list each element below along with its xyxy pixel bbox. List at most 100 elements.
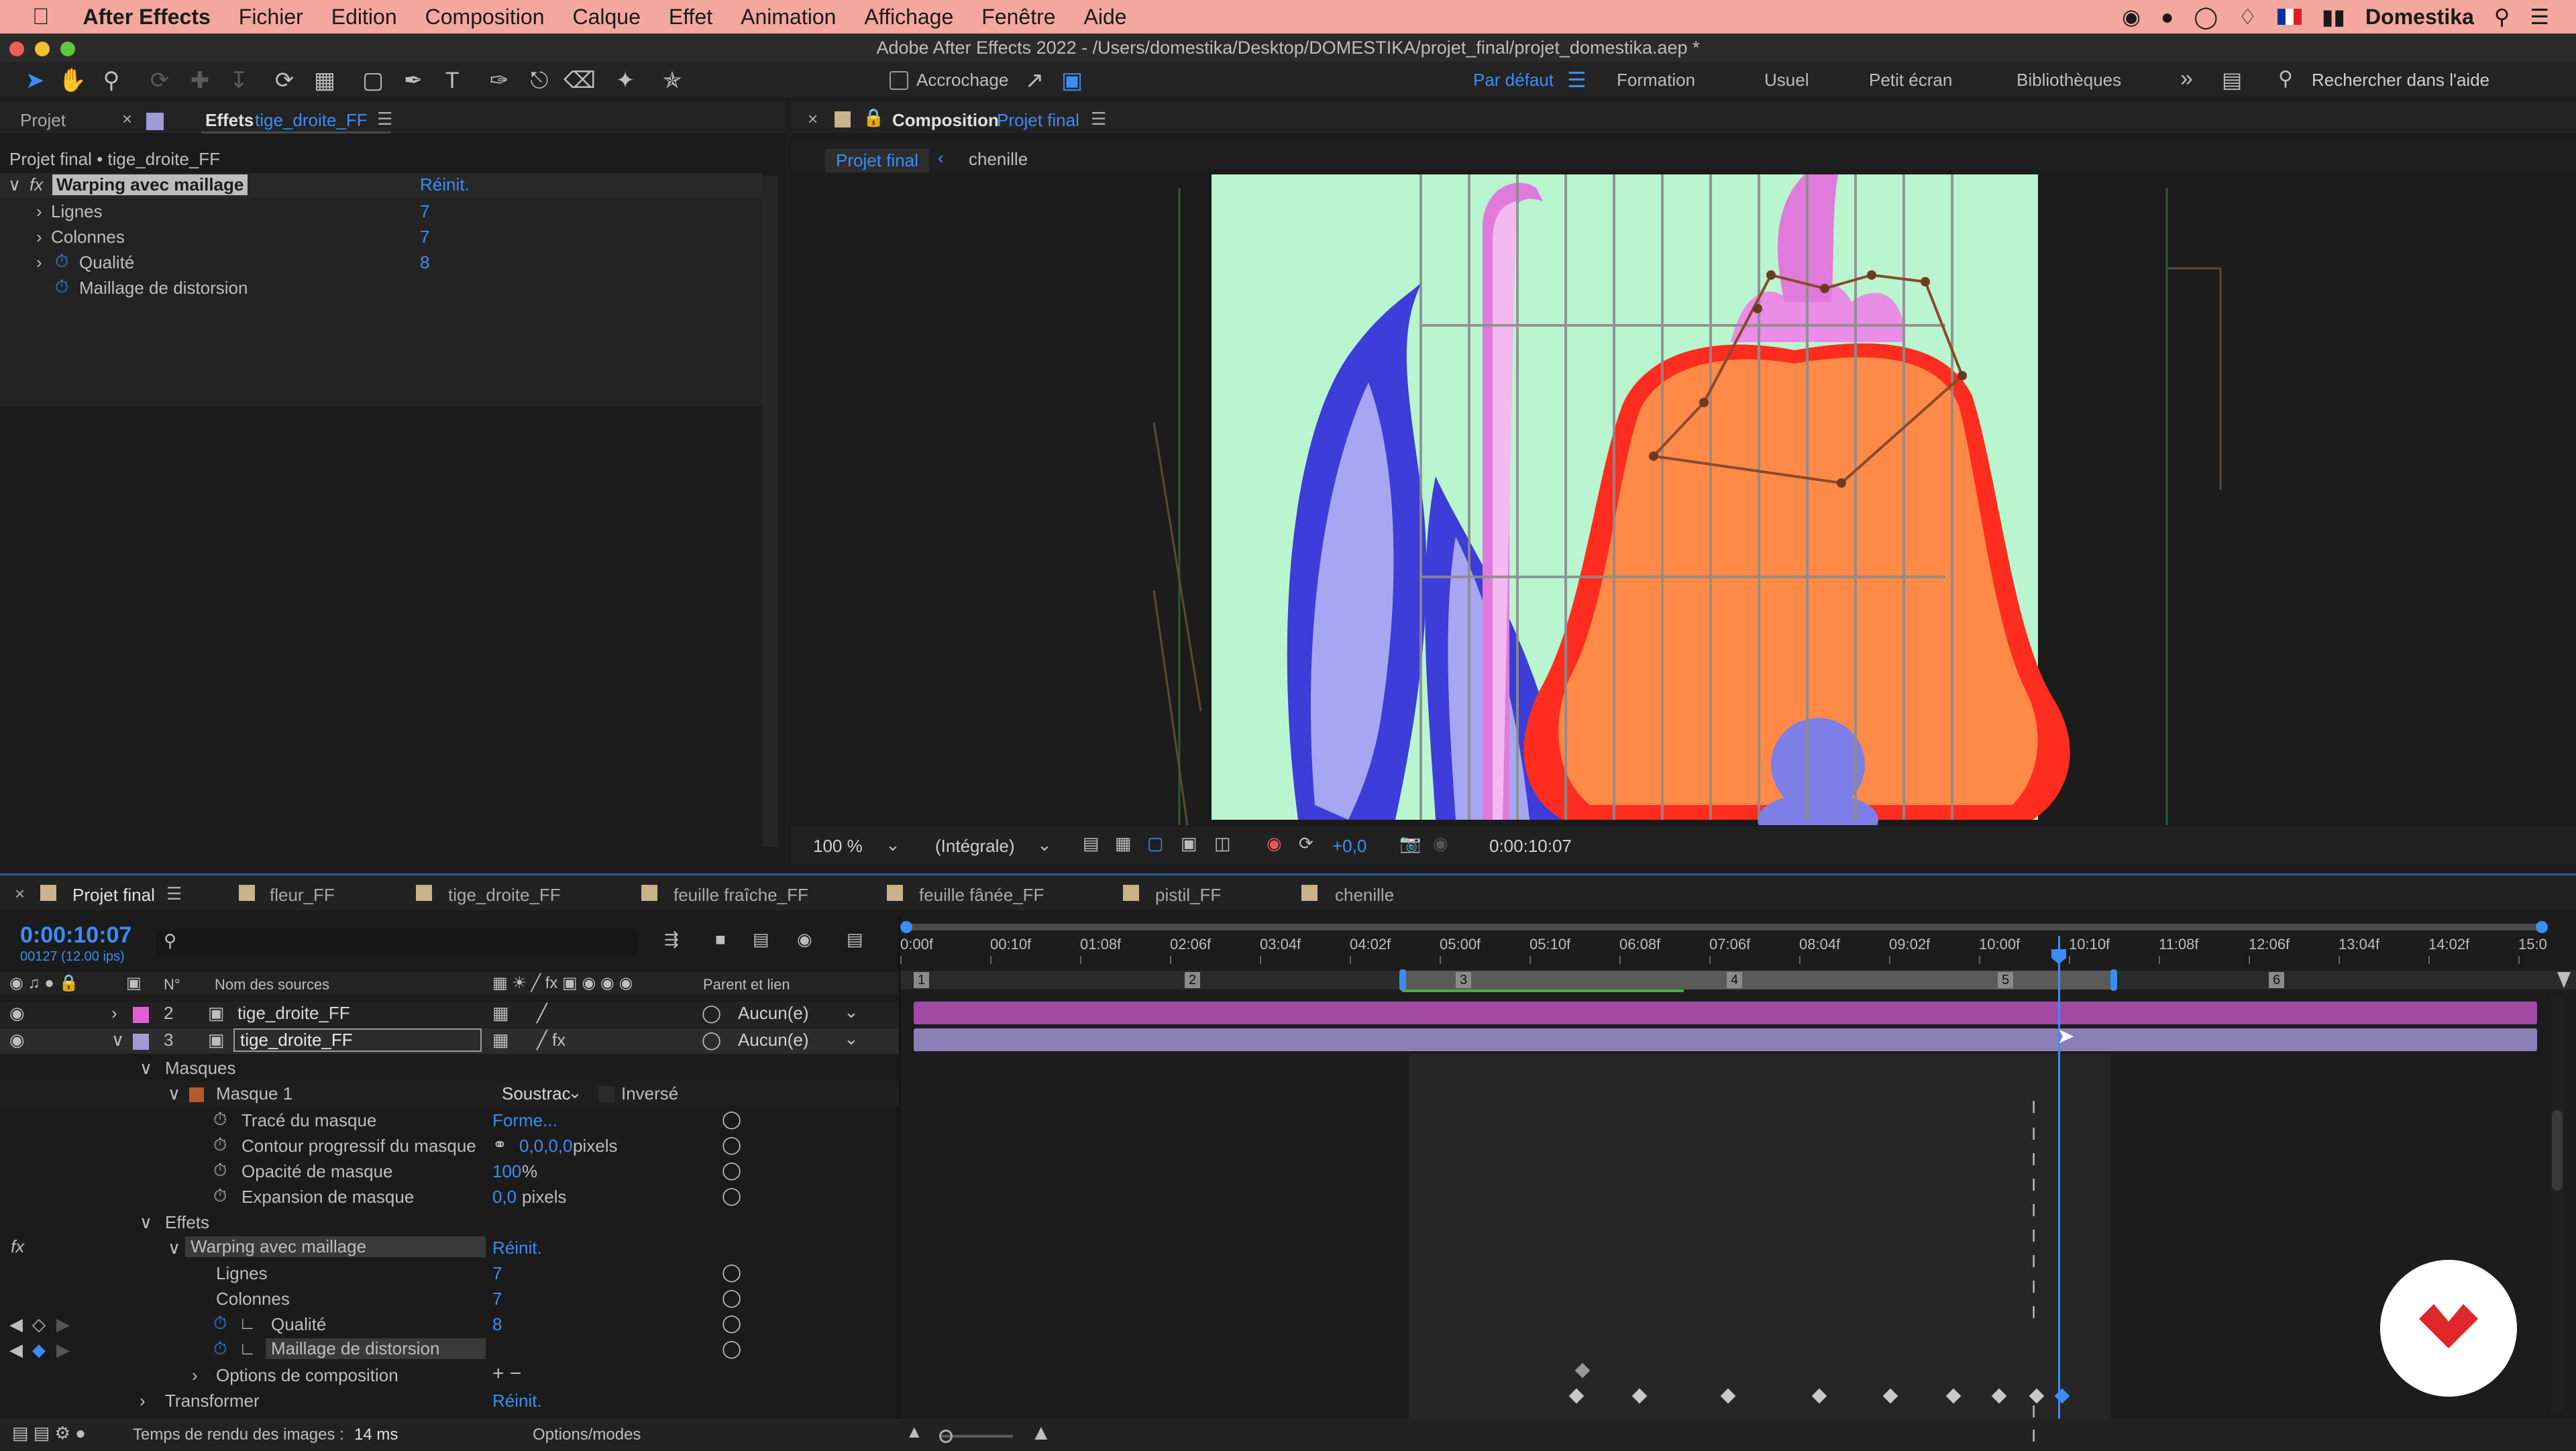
mask-feather-value[interactable]: 0,0,0,0 [519,1136,573,1157]
keyframe-distortion[interactable] [1882,1388,1898,1404]
domestika-badge[interactable] [2380,1260,2517,1397]
timeline-tab[interactable]: pistil_FF [1155,885,1221,906]
collapse-switch-icon[interactable]: ▦ [492,1030,509,1051]
tab-projet[interactable]: Projet [20,110,66,131]
visibility-eye-icon[interactable]: ◉ [9,1003,25,1024]
effect-name[interactable]: Warping avec maillage [185,1236,486,1257]
layer-label-color[interactable] [133,1007,149,1023]
parent-select[interactable]: Aucun(e) [738,1030,809,1051]
region-of-interest-icon[interactable]: ▣ [1181,833,1197,854]
workspace-menu-icon[interactable]: ☰ [1567,67,1587,93]
close-tab-icon[interactable]: × [808,109,818,129]
spotlight-icon[interactable]: ⚲ [2494,4,2510,30]
timeline-tab[interactable]: feuille fânée_FF [919,885,1044,906]
effect-name[interactable]: Warping avec maillage [52,174,248,195]
add-keyframe-icon[interactable]: ◆ [32,1340,46,1360]
snapping-checkbox[interactable] [890,71,908,90]
close-tab-icon[interactable]: × [122,109,132,129]
prop-value-lignes[interactable]: 7 [420,201,429,222]
flow-projet-final[interactable]: Projet final [825,149,929,172]
expression-pickwhip-icon[interactable]: ◯ [722,1287,741,1308]
mask-path-value[interactable]: Forme... [492,1110,557,1131]
timeline-scroll-thumb[interactable] [2552,1110,2563,1191]
twirl-masks-icon[interactable]: ∨ [140,1058,152,1079]
twirl-comp-options-icon[interactable]: › [192,1365,198,1386]
anchor-tool-icon[interactable]: ▦ [310,66,339,95]
prop-value-qualite[interactable]: 8 [420,252,429,273]
menu-effet[interactable]: Effet [669,5,712,30]
collapse-layer-icon[interactable]: ∨ [111,1030,124,1051]
comp-canvas[interactable] [792,174,2576,825]
current-time[interactable]: 0:00:10:07 [20,922,131,949]
rotate-tool-icon[interactable]: ⟳ [270,66,299,95]
app-menu[interactable]: After Effects [83,5,211,30]
help-search-icon[interactable]: ⚲ [2278,67,2293,91]
fx-icon[interactable]: fx [30,174,43,195]
menu-fenetre[interactable]: Fenêtre [981,5,1055,30]
prop-transform[interactable]: Transformer [165,1391,260,1411]
panel-menu-icon[interactable]: ☰ [1091,109,1106,129]
tab-composition[interactable]: Composition [892,110,999,131]
twirl-effects-icon[interactable]: ∨ [140,1212,152,1233]
grid-guides-icon[interactable]: ◫ [1214,833,1231,854]
keyframe-distortion[interactable] [2029,1388,2045,1404]
stopwatch-icon[interactable]: ⏱ [55,276,68,298]
rectangle-tool-icon[interactable]: ▢ [358,66,388,95]
workspace-bibliotheques[interactable]: Bibliothèques [2017,70,2121,91]
graph-editor-icon[interactable]: ▤ [847,929,863,950]
workspace-default[interactable]: Par défaut [1473,70,1554,91]
chevron-down-icon[interactable]: ⌄ [885,835,900,855]
graph-icon[interactable]: ∟ [239,1338,256,1359]
prop-mask1[interactable]: Masque 1 [216,1083,292,1104]
panel-menu-icon[interactable]: ☰ [166,883,182,904]
effect-reset-link[interactable]: Réinit. [492,1238,542,1258]
chevron-down-icon[interactable]: ⌄ [568,1082,582,1103]
next-keyframe-icon[interactable]: ▶ [56,1314,70,1335]
reset-exposure-icon[interactable]: ⟳ [1299,833,1313,854]
keyframe-distortion[interactable] [1631,1388,1648,1404]
add-keyframe-icon[interactable]: ◇ [32,1314,46,1335]
menu-calque[interactable]: Calque [572,5,640,30]
menu-aide[interactable]: Aide [1084,5,1127,30]
sync-icon[interactable]: ◯ [2194,4,2218,30]
stopwatch-icon[interactable]: ⏱ [213,1160,227,1181]
selection-tool-icon[interactable]: ➤ [20,66,50,95]
menu-animation[interactable]: Animation [741,5,836,30]
playhead-line[interactable] [2058,936,2060,1419]
snap-grid-icon[interactable]: ▣ [1057,66,1087,95]
control-center-icon[interactable]: ☰ [2530,4,2549,30]
comp-viewer[interactable] [792,174,2576,825]
timeline-graph[interactable]: 0:00f 00:10f 01:08f 02:06f 03:04f 04:02f 05:00… [899,916,2576,1446]
expression-pickwhip-icon[interactable]: ◯ [722,1134,741,1155]
quality-value[interactable]: 8 [492,1314,502,1335]
zoom-window-button[interactable] [60,42,75,56]
keyframe-distortion[interactable] [1720,1388,1736,1404]
timeline-tab[interactable]: fleur_FF [270,885,335,906]
lock-icon[interactable]: 🔒 [863,107,884,128]
snapshot-icon[interactable]: 📷 [1399,833,1421,854]
creative-cloud-icon[interactable]: ◉ [2122,4,2141,30]
orbit-tool-icon[interactable]: ⟳ [145,66,174,95]
close-window-button[interactable] [9,42,24,56]
keyframe-distortion[interactable] [1991,1388,2007,1404]
stopwatch-icon[interactable]: ⏱ [213,1185,227,1207]
mask-color[interactable] [189,1087,204,1102]
timeline-tab[interactable]: tige_droite_FF [448,885,561,906]
pickwhip-icon[interactable]: ◯ [702,1030,721,1051]
help-search-input[interactable]: Rechercher dans l'aide [2312,70,2489,91]
motion-blur-icon[interactable]: ◉ [797,929,812,950]
graph-icon[interactable]: ∟ [239,1313,256,1334]
prev-keyframe-icon[interactable]: ◀ [9,1340,23,1360]
expression-pickwhip-icon[interactable]: ◯ [722,1160,741,1181]
menu-fichier[interactable]: Fichier [239,5,303,30]
twirl-transform-icon[interactable]: › [140,1391,146,1411]
timeline-tab-projet-final[interactable]: Projet final [72,885,155,906]
inverted-checkbox[interactable] [598,1086,614,1102]
stopwatch-icon[interactable]: ⏱ [55,251,68,272]
text-tool-icon[interactable]: T [437,66,467,95]
pen-tool-icon[interactable]: ✒ [398,66,428,95]
prop-comp-options[interactable]: Options de composition [216,1365,398,1386]
current-time-display[interactable]: 0:00:10:07 [1489,836,1572,857]
twirl-mask1-icon[interactable]: ∨ [168,1083,180,1104]
next-keyframe-icon[interactable]: ▶ [56,1340,70,1360]
